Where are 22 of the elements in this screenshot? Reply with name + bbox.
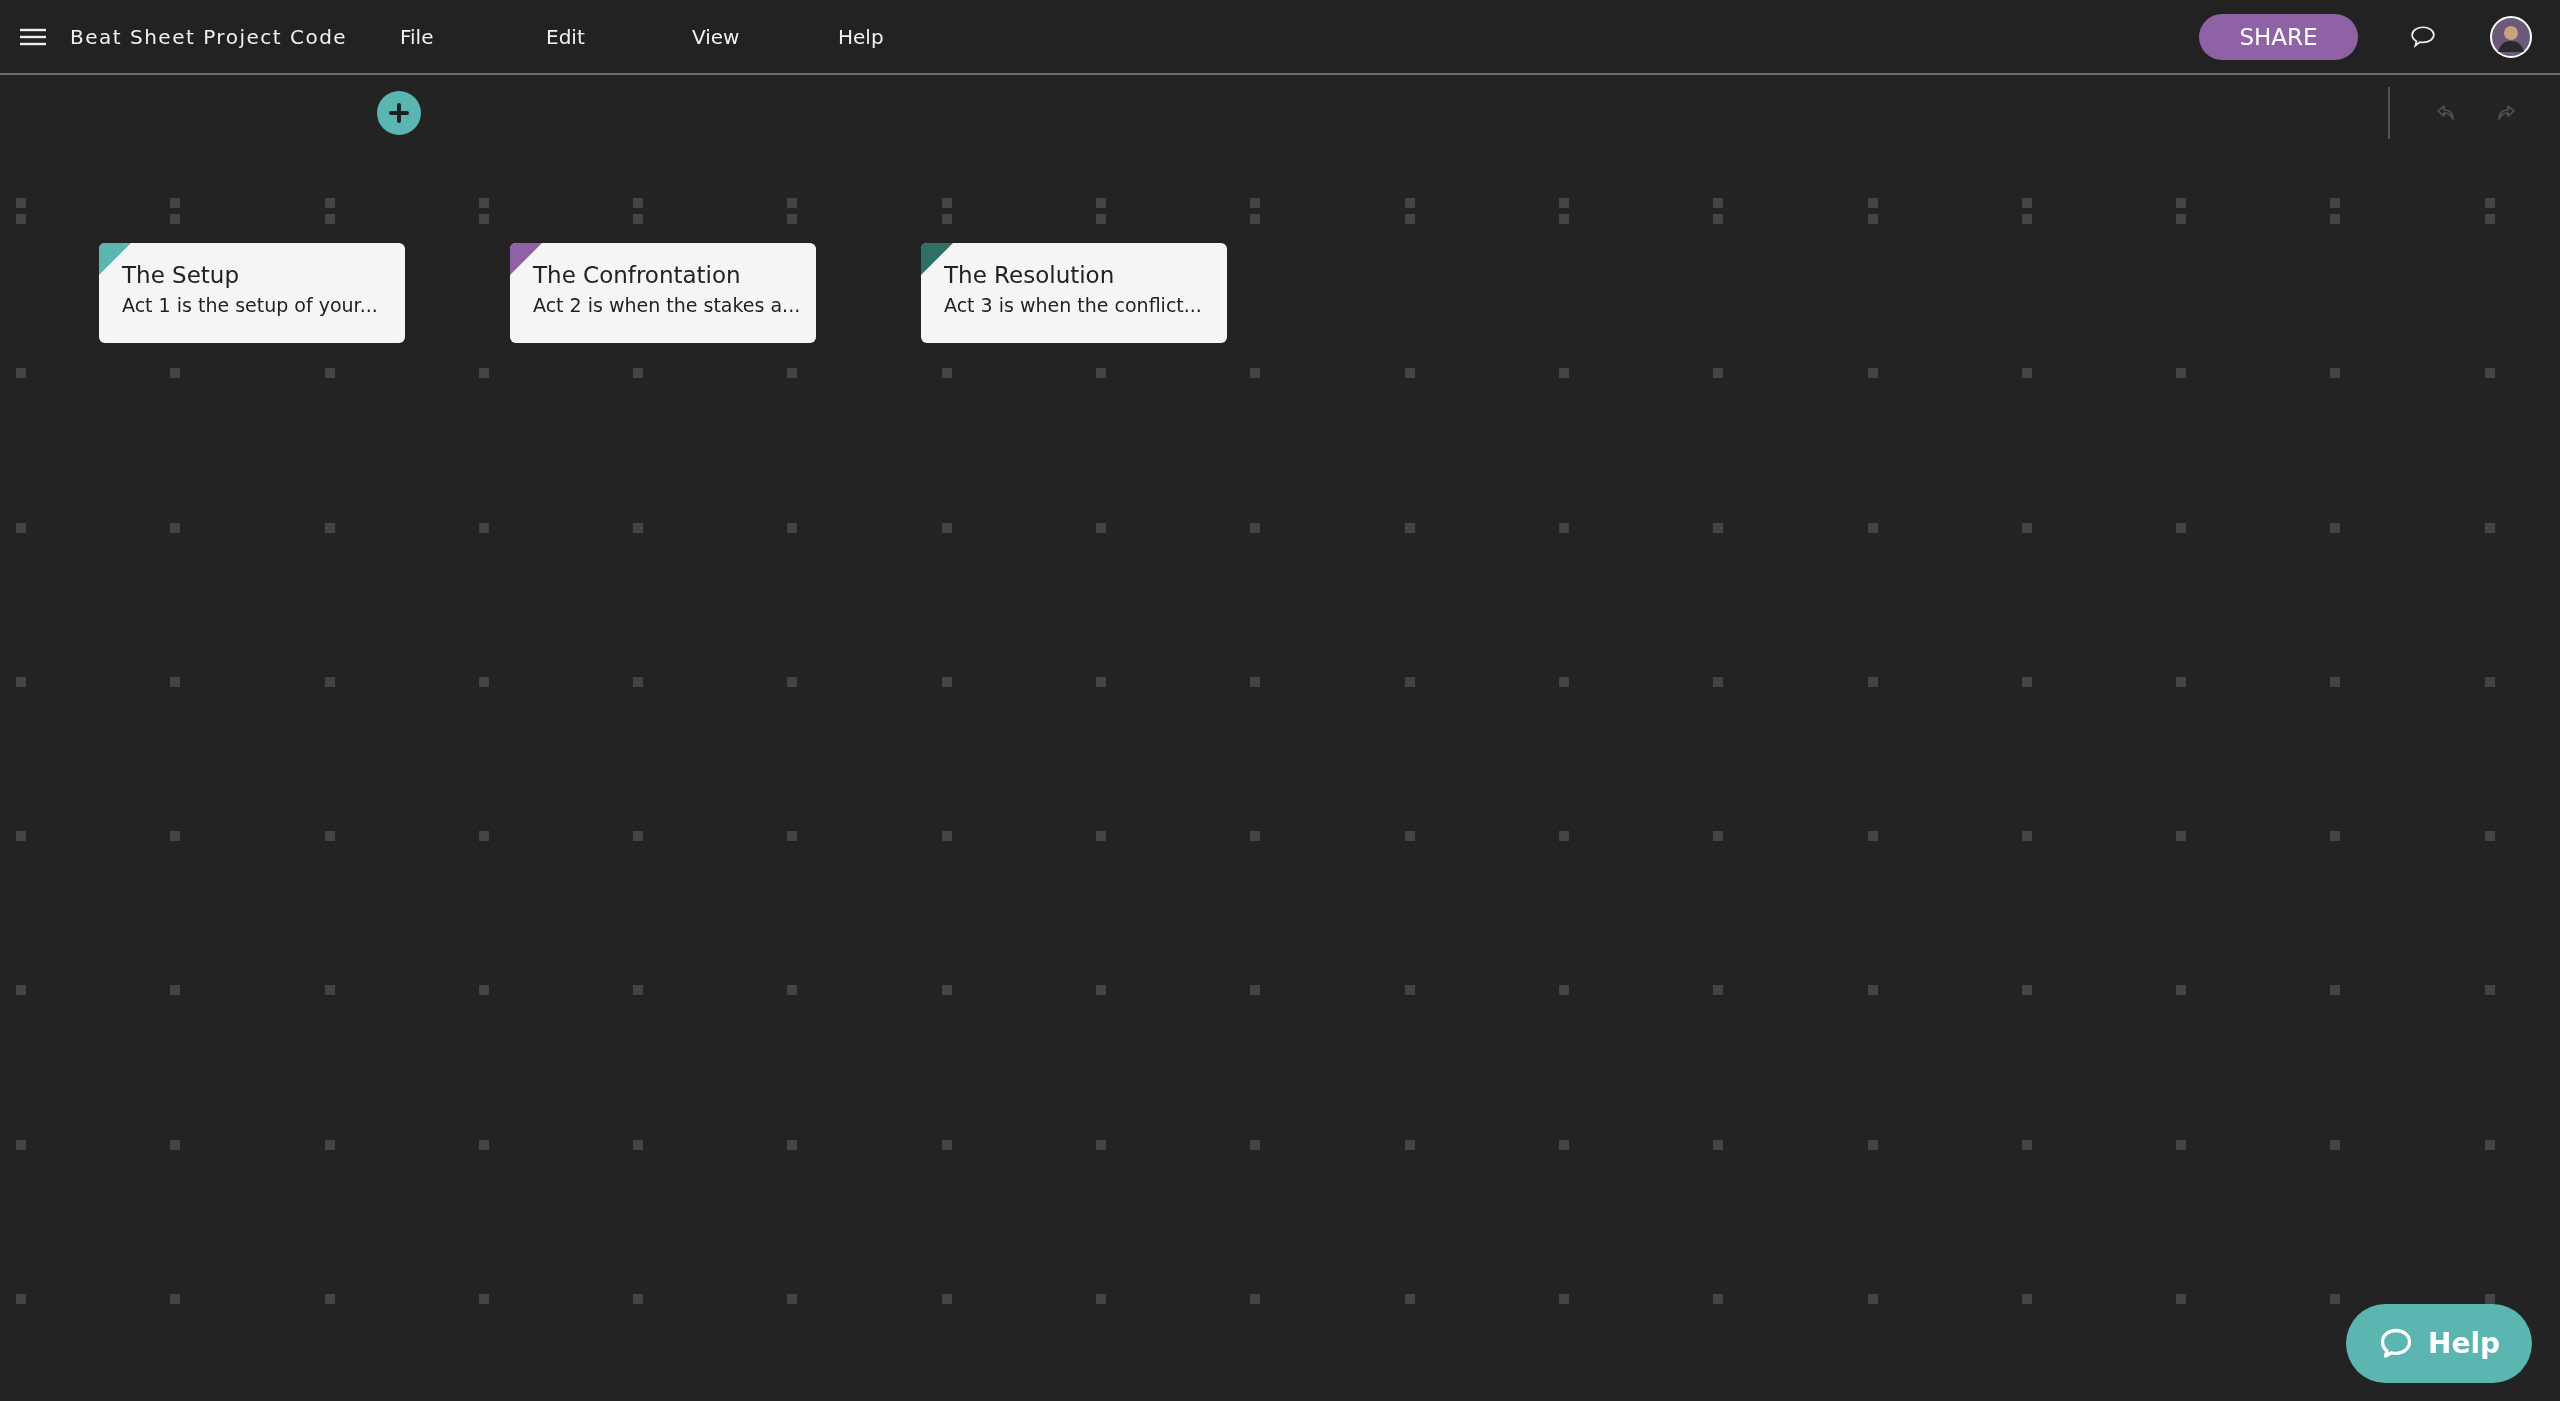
beat-card[interactable]: The Resolution Act 3 is when the conflict... [921, 243, 1227, 343]
redo-icon [2496, 104, 2516, 122]
card-summary: Act 1 is the setup of your... [122, 293, 379, 316]
menu-item[interactable]: Edit [546, 24, 692, 49]
card-title: The Setup [122, 261, 241, 290]
share-button[interactable]: SHARE [2199, 13, 2358, 60]
card-summary: Act 2 is when the stakes a... [533, 293, 802, 316]
user-avatar[interactable] [2490, 15, 2532, 58]
add-button[interactable] [377, 91, 421, 135]
beat-card[interactable]: The Confrontation Act 2 is when the stakes a... [510, 243, 816, 343]
menu-icon [20, 27, 46, 46]
plus-icon [388, 102, 410, 124]
speech-bubble-icon [2410, 24, 2436, 49]
project-title: Beat Sheet Project Code [70, 24, 349, 49]
menu-item[interactable]: View [692, 24, 838, 49]
menu-item[interactable]: File [400, 24, 546, 49]
beat-card[interactable]: The Setup Act 1 is the setup of your... [99, 243, 405, 343]
menu-item[interactable]: Help [838, 24, 984, 49]
undo-icon [2436, 104, 2456, 122]
card-title: The Resolution [944, 261, 1116, 290]
card-title: The Confrontation [533, 261, 742, 290]
card-summary: Act 3 is when the conflict... [944, 293, 1203, 316]
